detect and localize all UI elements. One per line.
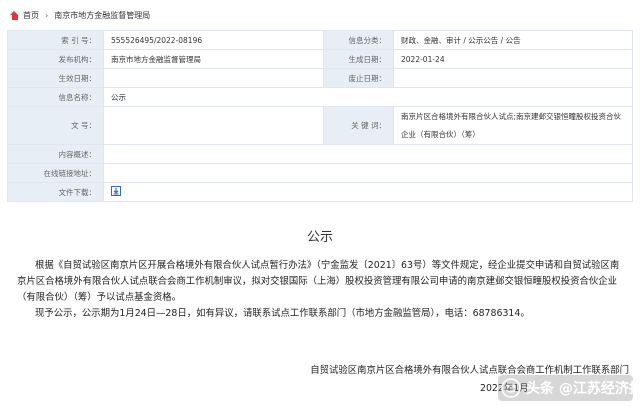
category-label: 信息分类：: [323, 30, 394, 50]
docno-label: 文 号：: [7, 106, 104, 145]
publisher-value: 南京市地方金融监督管理局: [103, 49, 324, 69]
keywords-value: 南京片区合格境外有限合伙人试点;南京建邺交银恒疃股权投资合伙企业（有限合伙）（筹…: [393, 106, 633, 145]
publisher-label: 发布机构：: [7, 49, 104, 69]
abolish-label: 废止日期：: [323, 68, 394, 88]
download-label: 文件下载：: [7, 182, 104, 202]
table-row: 信息名称： 公示: [7, 87, 633, 107]
overview-label: 内容概述：: [7, 144, 104, 164]
index-value: 555526495/2022-08196: [103, 30, 324, 50]
created-label: 生成日期：: [323, 49, 394, 69]
docno-value: [103, 106, 324, 145]
content-paragraph: 现予公示，公示期为1月24日—28日，如有异议，请联系试点工作联系部门（市地方金…: [35, 308, 530, 319]
effective-value: [103, 68, 324, 88]
table-row: 在线链接地址：: [7, 163, 633, 183]
keywords-label: 关 键 词：: [323, 106, 394, 145]
table-row: 发布机构： 南京市地方金融监督管理局 生成日期： 2022-01-24: [7, 49, 633, 69]
category-value: 财政、金融、审计 / 公示公告 / 公告: [393, 30, 633, 50]
created-value: 2022-01-24: [393, 49, 633, 69]
abolish-value: [393, 68, 633, 88]
watermark-text: 头条 @江苏经济报: [526, 381, 640, 397]
overview-value: [103, 144, 633, 164]
name-label: 信息名称：: [7, 87, 104, 107]
breadcrumb: 首页 › 南京市地方金融监督管理局: [0, 0, 640, 30]
download-icon[interactable]: [111, 186, 121, 198]
breadcrumb-home-link[interactable]: 首页: [23, 10, 39, 21]
content-paragraph: 根据《自贸试验区南京片区开展合格境外有限合伙人试点暂行办法》（宁金监发〔2021…: [17, 260, 620, 303]
effective-label: 生效日期：: [7, 68, 104, 88]
download-cell: [103, 182, 633, 202]
name-value: 公示: [103, 87, 633, 107]
breadcrumb-separator: ›: [45, 10, 49, 20]
signature: 自贸试验区南京片区合格境外有限合伙人试点联合会商工作机制工作联系部门: [310, 365, 629, 376]
link-label: 在线链接地址：: [7, 163, 104, 183]
watermark-logo-icon: [501, 378, 521, 398]
info-table: 索 引 号： 555526495/2022-08196 信息分类： 财政、金融、…: [7, 30, 633, 202]
table-row: 索 引 号： 555526495/2022-08196 信息分类： 财政、金融、…: [7, 30, 633, 50]
table-row: 内容概述：: [7, 144, 633, 164]
table-row: 生效日期： 废止日期：: [7, 68, 633, 88]
link-value[interactable]: [103, 163, 633, 183]
breadcrumb-current[interactable]: 南京市地方金融监督管理局: [54, 10, 150, 21]
table-row: 文 号： 关 键 词： 南京片区合格境外有限合伙人试点;南京建邺交银恒疃股权投资…: [7, 106, 633, 145]
index-label: 索 引 号：: [7, 30, 104, 50]
home-icon[interactable]: [10, 10, 19, 20]
content-title: 公示: [306, 230, 333, 245]
watermark: 头条 @江苏经济报: [498, 375, 640, 401]
table-row: 文件下载：: [7, 182, 633, 202]
